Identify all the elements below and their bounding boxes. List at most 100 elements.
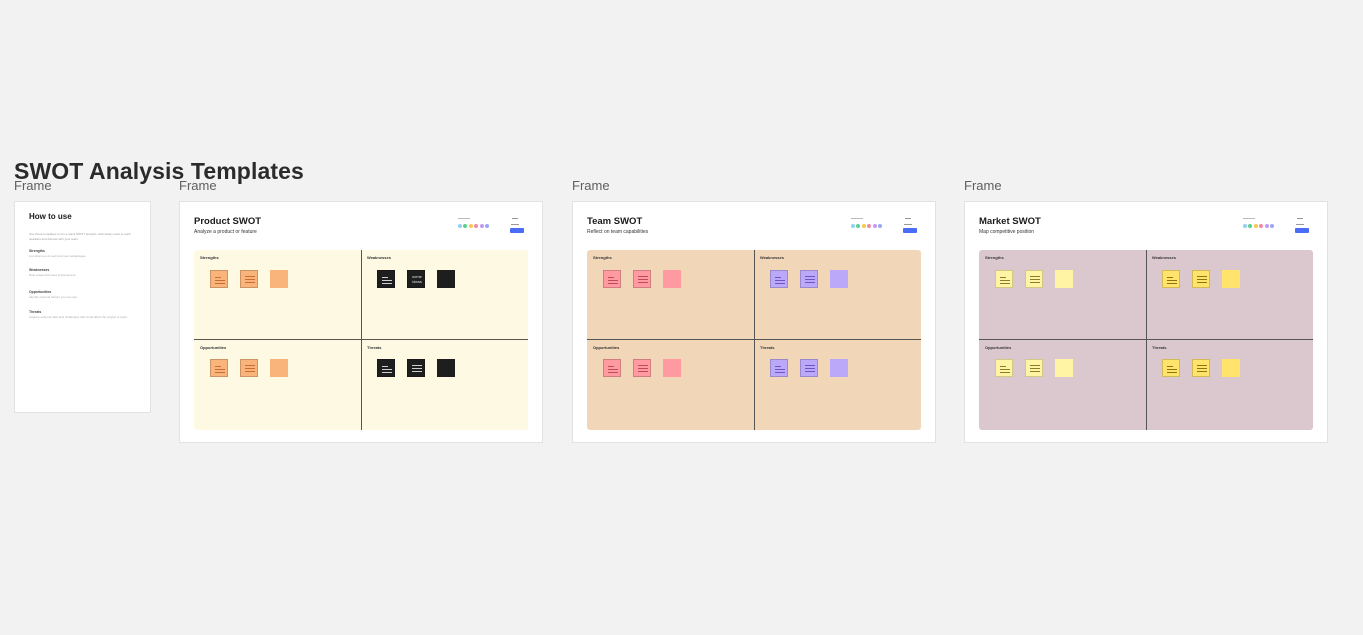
- sticky-note-line: [638, 365, 648, 367]
- sticky-note-line: [608, 372, 618, 374]
- frame-label[interactable]: Frame: [14, 178, 52, 193]
- frame-label[interactable]: Frame: [964, 178, 1002, 193]
- share-caption: [904, 224, 912, 225]
- sticky-note[interactable]: [437, 359, 455, 377]
- grid-horizontal-divider: [587, 339, 921, 340]
- sticky-note[interactable]: [377, 359, 395, 377]
- sticky-note[interactable]: [437, 270, 455, 288]
- sticky-note-line: [805, 371, 815, 373]
- swot-title: Product SWOT: [194, 216, 262, 227]
- sticky-note-line: [1000, 277, 1006, 279]
- frame-label[interactable]: Frame: [179, 178, 217, 193]
- team-swot-frame[interactable]: Team SWOT Reflect on team capabilities Str…: [572, 201, 936, 443]
- sticky-note[interactable]: [240, 359, 258, 377]
- sticky-note-line: [215, 372, 225, 374]
- share-button[interactable]: [510, 228, 524, 233]
- sticky-note[interactable]: [995, 270, 1013, 288]
- avatar: [1270, 224, 1274, 228]
- sticky-note[interactable]: [770, 359, 788, 377]
- share-button[interactable]: [1295, 228, 1309, 233]
- sticky-note-line: [215, 366, 221, 368]
- sticky-note[interactable]: [1192, 359, 1210, 377]
- sticky-note[interactable]: [663, 270, 681, 288]
- sticky-note-line: [608, 277, 614, 279]
- swot-grid: Strengths Weaknesses Opportunities Threats: [979, 250, 1313, 430]
- sticky-note[interactable]: [633, 270, 651, 288]
- sticky-note[interactable]: [1055, 270, 1073, 288]
- share-button[interactable]: [903, 228, 917, 233]
- sticky-note[interactable]: [633, 359, 651, 377]
- market-swot-frame[interactable]: Market SWOT Map competitive position Stren…: [964, 201, 1328, 443]
- quadrant-label: Weaknesses: [760, 255, 784, 260]
- sticky-note[interactable]: [995, 359, 1013, 377]
- sticky-note[interactable]: some ideas: [407, 270, 425, 288]
- sticky-note-line: [382, 369, 392, 371]
- howto-section-body: Note areas that need improvement.: [29, 273, 77, 277]
- howto-section: Weaknesses Note areas that need improvem…: [29, 268, 139, 278]
- sticky-note[interactable]: [800, 270, 818, 288]
- avatar: [867, 224, 872, 228]
- sticky-note[interactable]: [210, 359, 228, 377]
- sticky-note[interactable]: [1162, 270, 1180, 288]
- sticky-note-line: [1030, 368, 1040, 370]
- grid-horizontal-divider: [979, 339, 1313, 340]
- sticky-note-line: [1030, 282, 1040, 284]
- share-widget: [1295, 218, 1311, 234]
- sticky-note-line: [1167, 283, 1177, 285]
- sticky-note[interactable]: [1222, 270, 1240, 288]
- sticky-note[interactable]: [240, 270, 258, 288]
- board-title: SWOT Analysis Templates: [14, 158, 304, 184]
- sticky-note[interactable]: [830, 359, 848, 377]
- howto-section-heading: Opportunities: [29, 290, 52, 294]
- avatar: [479, 224, 484, 228]
- sticky-note-line: [638, 279, 648, 281]
- quadrant-label: Threats: [367, 345, 382, 350]
- sticky-note[interactable]: [830, 270, 848, 288]
- sticky-note[interactable]: [1025, 359, 1043, 377]
- sticky-note[interactable]: [1025, 270, 1043, 288]
- sticky-note[interactable]: [270, 270, 288, 288]
- participant-avatars: [1243, 218, 1275, 232]
- sticky-note-line: [382, 366, 388, 368]
- howto-section-heading: Weaknesses: [29, 268, 50, 272]
- sticky-note[interactable]: [270, 359, 288, 377]
- sticky-note-line: [412, 371, 422, 373]
- sticky-note-line: [245, 365, 255, 367]
- howto-section: Opportunities Identify external factors …: [29, 290, 139, 300]
- sticky-note-line: [775, 280, 785, 282]
- how-to-use-frame[interactable]: How to use Use these templates to run a …: [14, 201, 151, 413]
- sticky-note[interactable]: [800, 359, 818, 377]
- howto-title: How to use: [29, 212, 72, 221]
- sticky-note[interactable]: [1055, 359, 1073, 377]
- sticky-note[interactable]: [210, 270, 228, 288]
- sticky-note-line: [245, 279, 255, 281]
- sticky-note[interactable]: [603, 359, 621, 377]
- sticky-note-line: [215, 283, 225, 285]
- sticky-note-line: [638, 371, 648, 373]
- sticky-note-line: [1167, 369, 1177, 371]
- sticky-note-text: some ideas: [412, 274, 422, 284]
- sticky-note-line: [1000, 280, 1010, 282]
- sticky-note[interactable]: [1222, 359, 1240, 377]
- sticky-note-line: [805, 365, 815, 367]
- sticky-note-line: [215, 280, 225, 282]
- share-caption: [1296, 224, 1304, 225]
- sticky-note[interactable]: [663, 359, 681, 377]
- sticky-note-line: [1167, 280, 1177, 282]
- sticky-note-line: [412, 365, 422, 367]
- sticky-note-line: [215, 277, 221, 279]
- quadrant-label: Strengths: [200, 255, 219, 260]
- sticky-note[interactable]: [1162, 359, 1180, 377]
- sticky-note-line: [382, 280, 392, 282]
- sticky-note[interactable]: [770, 270, 788, 288]
- sticky-note[interactable]: [603, 270, 621, 288]
- frame-label[interactable]: Frame: [572, 178, 610, 193]
- sticky-note[interactable]: [377, 270, 395, 288]
- product-swot-frame[interactable]: Product SWOT Analyze a product or feature…: [179, 201, 543, 443]
- avatars-caption: [458, 218, 470, 219]
- sticky-note-line: [805, 368, 815, 370]
- sticky-note[interactable]: [1192, 270, 1210, 288]
- avatar: [878, 224, 882, 228]
- swot-subtitle: Analyze a product or feature: [194, 229, 257, 235]
- sticky-note[interactable]: [407, 359, 425, 377]
